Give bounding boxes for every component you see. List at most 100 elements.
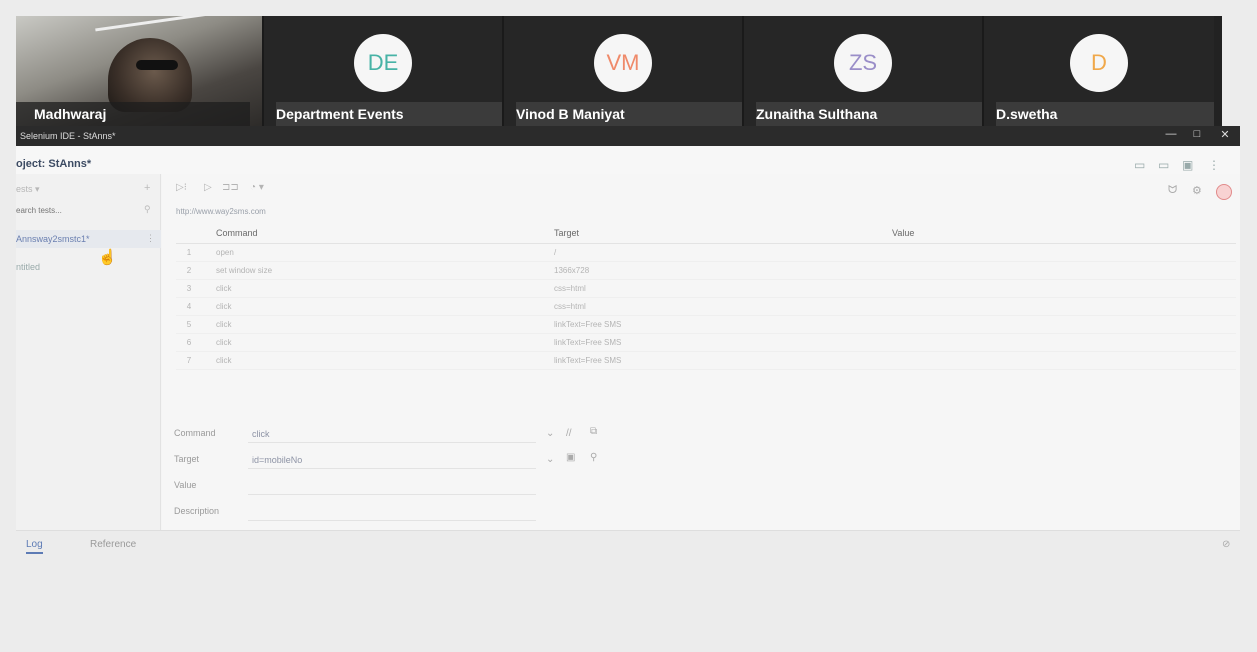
row-command: click xyxy=(216,284,232,293)
test-item[interactable]: Annsway2smstc1* ⋮ xyxy=(16,230,161,248)
test-item-label: Annsway2smstc1* xyxy=(16,234,90,244)
row-target: css=html xyxy=(554,302,586,311)
row-command: set window size xyxy=(216,266,273,275)
table-row[interactable]: 5 click linkText=Free SMS xyxy=(176,316,1236,334)
search-icon: ⚲ xyxy=(144,204,151,214)
project-bar: oject: StAnns* ▭ ▭ ▣ ⋮ xyxy=(16,146,1240,174)
tab-log[interactable]: Log xyxy=(26,539,43,554)
find-target-icon[interactable]: ⚲ xyxy=(590,452,597,463)
record-button[interactable] xyxy=(1216,184,1232,200)
row-target: / xyxy=(554,248,557,257)
save-project-icon[interactable]: ▣ xyxy=(1182,158,1193,172)
tests-sidebar: ests ▾ + ⚲ Annsway2smstc1* ⋮ ntitled ☝ xyxy=(16,174,161,530)
maximize-icon[interactable]: □ xyxy=(1186,128,1208,144)
participant-glasses xyxy=(136,60,178,70)
test-item-label: ntitled xyxy=(16,262,41,272)
test-item[interactable]: ntitled xyxy=(16,258,161,276)
row-number: 4 xyxy=(186,302,192,311)
comment-toggle-icon[interactable]: // xyxy=(566,428,572,439)
value-input[interactable] xyxy=(248,477,536,495)
hand-cursor-icon: ☝ xyxy=(98,249,117,266)
test-menu-icon[interactable]: ⋮ xyxy=(146,233,155,244)
clear-log-icon[interactable]: ⊘ xyxy=(1222,539,1230,550)
meeting-participants-strip: Madhwaraj DE Department Events VM Vinod … xyxy=(16,16,1222,126)
command-input[interactable] xyxy=(248,425,536,443)
participant-name: Zunaitha Sulthana xyxy=(756,102,982,126)
column-value: Value xyxy=(892,228,915,238)
run-test-icon[interactable]: ▷ xyxy=(204,182,212,193)
participant-tile[interactable]: DE Department Events xyxy=(264,16,504,126)
row-number: 5 xyxy=(186,320,192,329)
open-project-icon[interactable]: ▭ xyxy=(1158,158,1169,172)
description-input[interactable] xyxy=(248,503,536,521)
row-command: click xyxy=(216,356,232,365)
participant-tile[interactable]: D D.swetha xyxy=(984,16,1214,126)
project-title: oject: StAnns* xyxy=(16,158,92,170)
avatar: D xyxy=(1070,34,1128,92)
tab-reference[interactable]: Reference xyxy=(90,539,136,550)
tests-dropdown[interactable]: ests ▾ xyxy=(16,184,40,195)
open-docs-icon[interactable]: ⧉ xyxy=(590,426,597,437)
table-row[interactable]: 2 set window size 1366x728 xyxy=(176,262,1236,280)
participant-name: Department Events xyxy=(276,102,502,126)
settings-icon[interactable]: ⚙ xyxy=(1192,184,1202,197)
photo-frame: Madhwaraj DE Department Events VM Vinod … xyxy=(0,0,1257,652)
row-target: 1366x728 xyxy=(554,266,590,275)
column-target: Target xyxy=(554,228,580,238)
commands-table: Command Target Value 1 open / 2 set wind… xyxy=(176,222,1236,370)
add-test-icon[interactable]: + xyxy=(144,182,150,194)
column-command: Command xyxy=(216,228,258,238)
participant-video-tile[interactable]: Madhwaraj xyxy=(16,16,264,126)
participant-name: Vinod B Maniyat xyxy=(516,102,742,126)
base-url[interactable]: http://www.way2sms.com xyxy=(176,207,266,216)
row-number: 1 xyxy=(186,248,192,257)
row-number: 7 xyxy=(186,356,192,365)
participant-tile[interactable]: VM Vinod B Maniyat xyxy=(504,16,744,126)
target-dropdown-icon[interactable]: ⌄ xyxy=(546,454,554,465)
participant-name: Madhwaraj xyxy=(16,102,250,126)
run-all-tests-icon[interactable]: ▷⁝ xyxy=(176,182,187,193)
participant-tile[interactable]: ZS Zunaitha Sulthana xyxy=(744,16,984,126)
description-label: Description xyxy=(174,506,220,516)
select-target-icon[interactable]: ▣ xyxy=(566,452,575,463)
close-icon[interactable]: ✕ xyxy=(1214,128,1236,144)
row-target: linkText=Free SMS xyxy=(554,356,622,365)
command-label: Command xyxy=(174,428,216,438)
avatar: ZS xyxy=(834,34,892,92)
table-row[interactable]: 7 click linkText=Free SMS xyxy=(176,352,1236,370)
log-panel: Log Reference ⊘ xyxy=(16,530,1240,642)
window-title: Selenium IDE - StAnns* xyxy=(20,131,116,141)
row-number: 2 xyxy=(186,266,192,275)
row-target: css=html xyxy=(554,284,586,293)
window-titlebar: Selenium IDE - StAnns* — □ ✕ xyxy=(16,126,1240,146)
target-input[interactable] xyxy=(248,451,536,469)
step-over-icon[interactable]: ⊐⊐ xyxy=(222,182,239,193)
table-row[interactable]: 4 click css=html xyxy=(176,298,1236,316)
row-command: click xyxy=(216,320,232,329)
avatar: VM xyxy=(594,34,652,92)
table-header: Command Target Value xyxy=(176,222,1236,244)
more-options-icon[interactable]: ⋮ xyxy=(1208,158,1220,172)
target-label: Target xyxy=(174,454,200,464)
row-command: open xyxy=(216,248,234,257)
command-dropdown-icon[interactable]: ⌄ xyxy=(546,428,554,439)
row-command: click xyxy=(216,302,232,311)
participant-name: D.swetha xyxy=(996,102,1214,126)
test-editor-panel: ▷⁝ ▷ ⊐⊐ ◔ ▾ ᗢ ⚙ http://www.way2sms.com C… xyxy=(162,174,1240,530)
command-editor: Command ⌄ // ⧉ Target ⌄ ▣ ⚲ Value Descri… xyxy=(162,425,1240,530)
row-target: linkText=Free SMS xyxy=(554,320,622,329)
minimize-icon[interactable]: — xyxy=(1160,128,1182,144)
table-row[interactable]: 1 open / xyxy=(176,244,1236,262)
table-row[interactable]: 6 click linkText=Free SMS xyxy=(176,334,1236,352)
disable-breakpoints-icon[interactable]: ᗢ xyxy=(1168,184,1177,197)
selenium-ide: oject: StAnns* ▭ ▭ ▣ ⋮ ests ▾ + ⚲ Annswa… xyxy=(16,146,1240,642)
table-row[interactable]: 3 click css=html xyxy=(176,280,1236,298)
new-project-icon[interactable]: ▭ xyxy=(1134,158,1145,172)
participant-video xyxy=(108,38,192,112)
row-command: click xyxy=(216,338,232,347)
speed-icon[interactable]: ◔ ▾ xyxy=(250,182,264,193)
row-number: 6 xyxy=(186,338,192,347)
search-tests-input[interactable] xyxy=(16,202,156,218)
avatar: DE xyxy=(354,34,412,92)
row-target: linkText=Free SMS xyxy=(554,338,622,347)
